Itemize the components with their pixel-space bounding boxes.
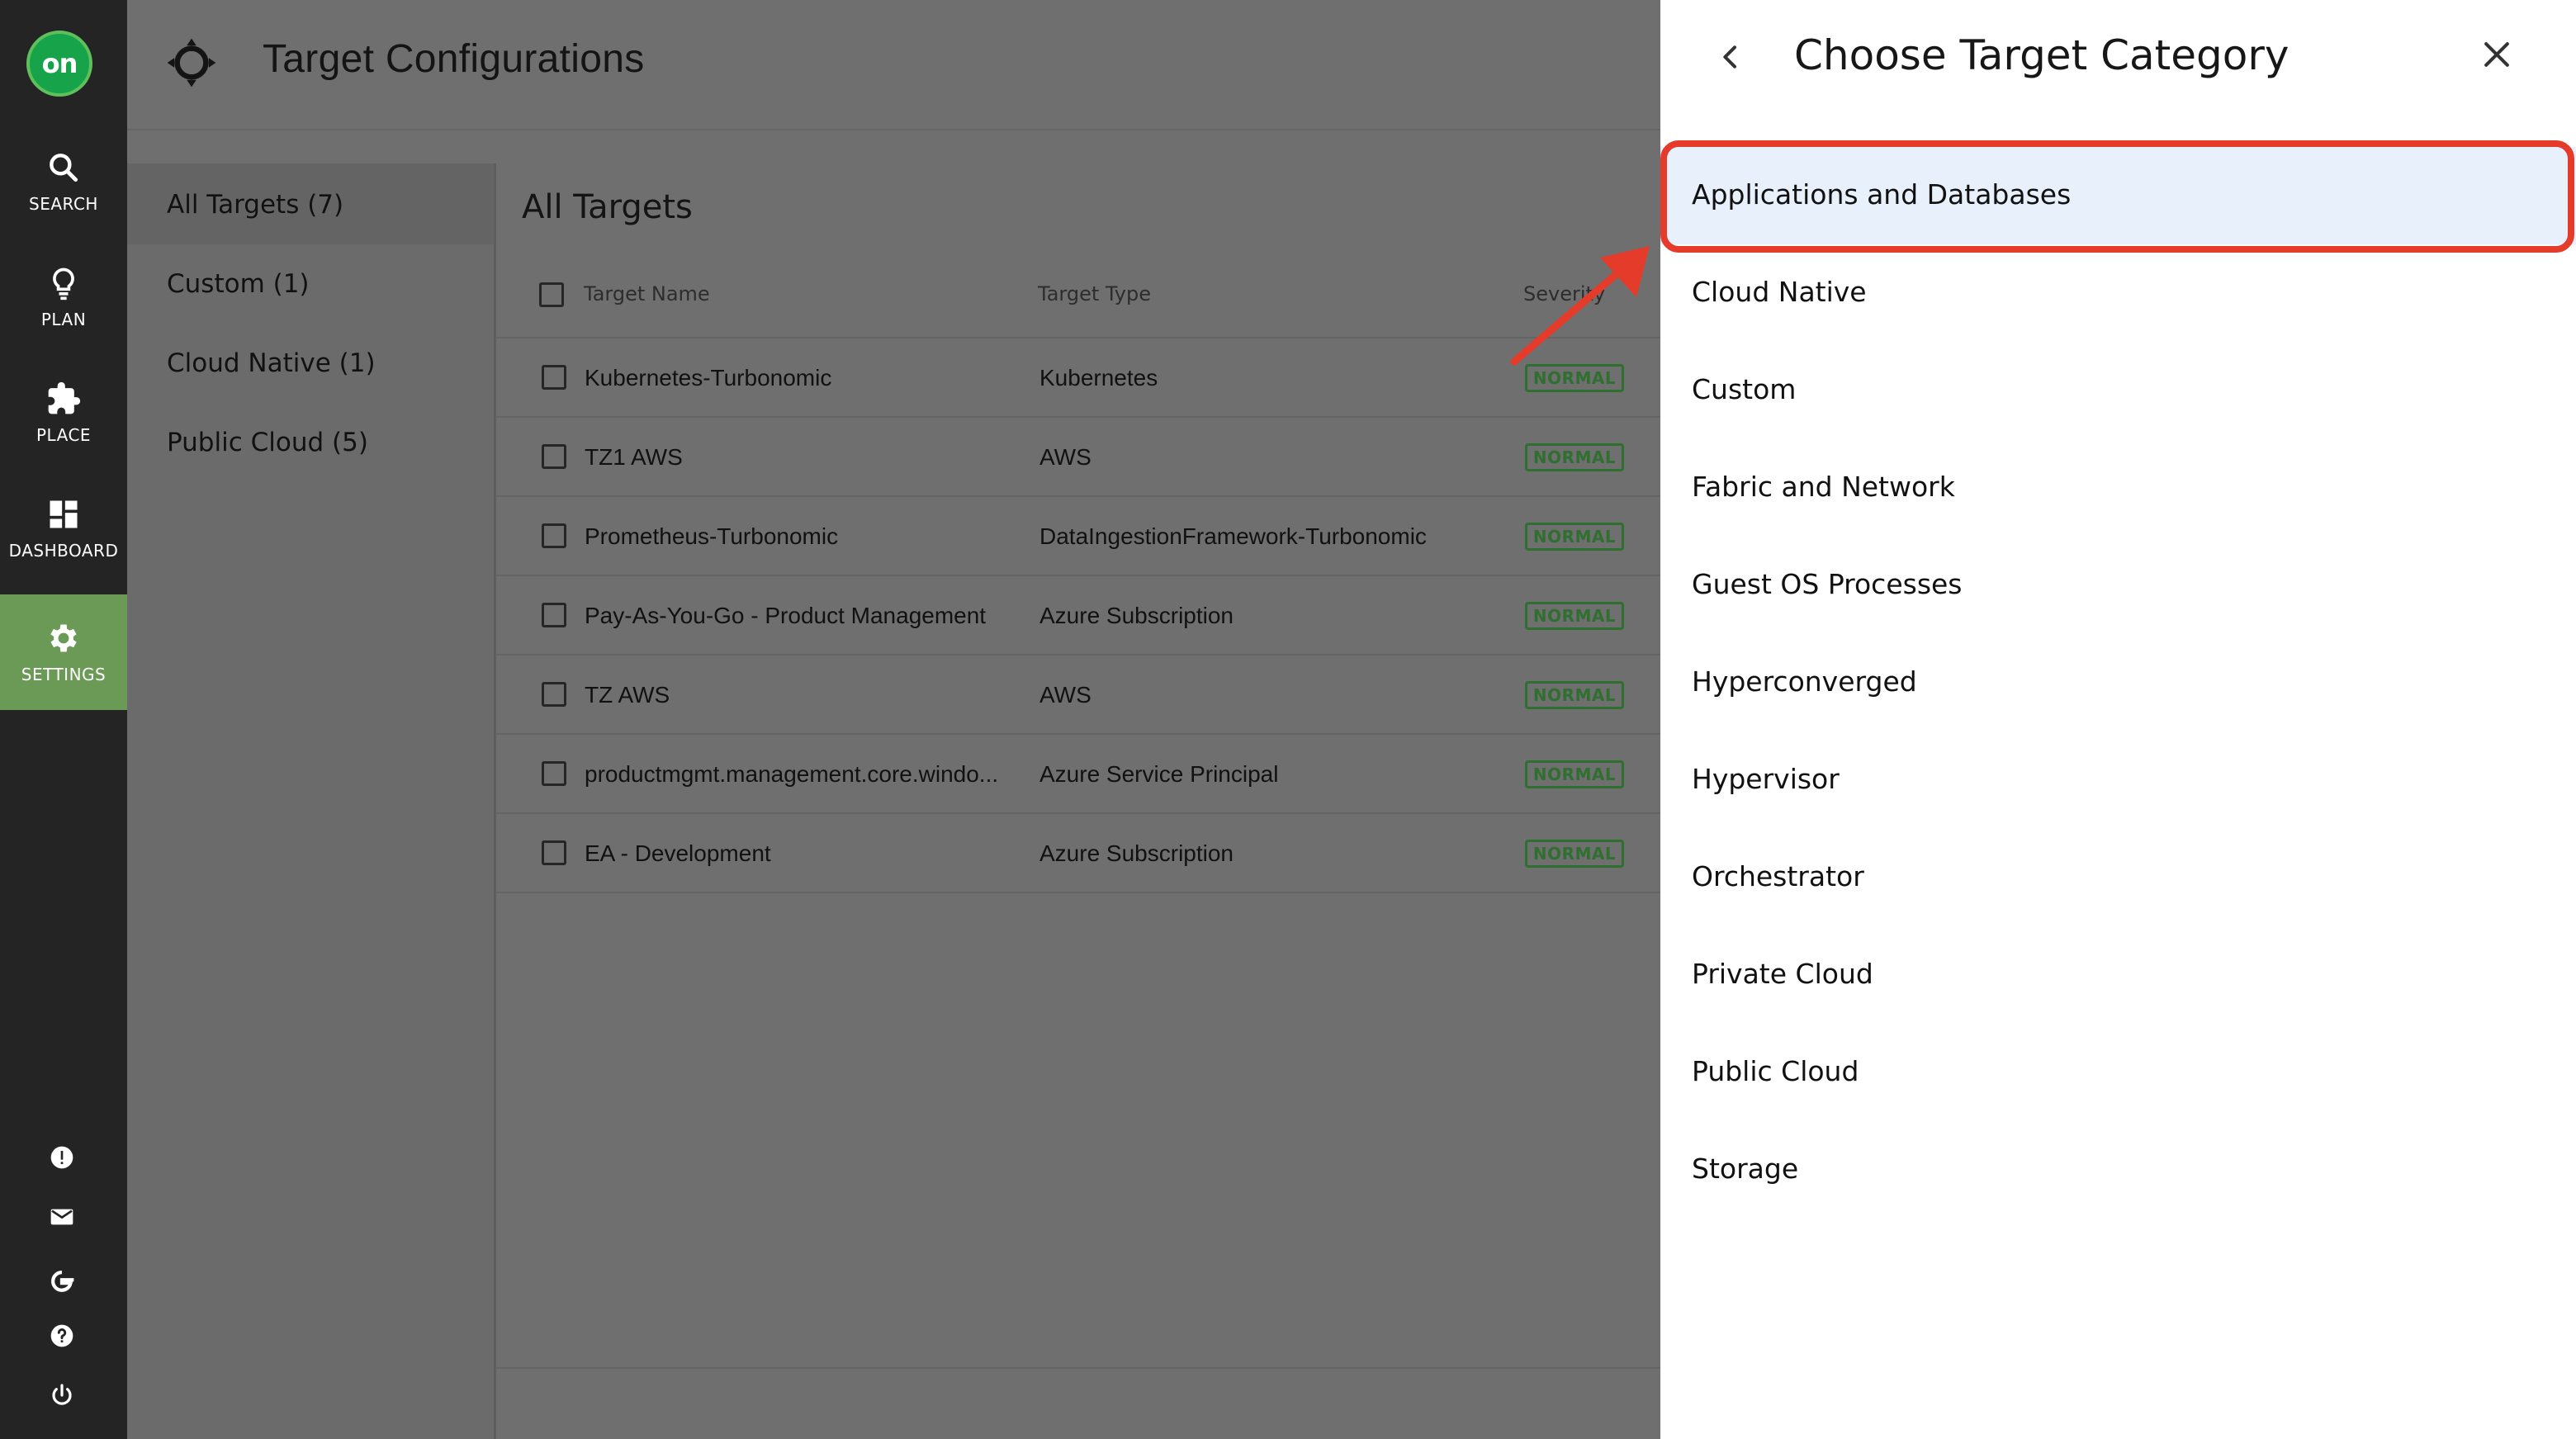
option-label: Cloud Native xyxy=(1692,276,1867,308)
row-checkbox[interactable] xyxy=(542,840,566,865)
target-type: Azure Subscription xyxy=(1039,840,1234,866)
target-type: DataIngestionFramework-Turbonomic xyxy=(1039,523,1427,549)
status-badge: NORMAL xyxy=(1525,840,1624,868)
select-all-checkbox[interactable] xyxy=(539,282,564,307)
mail-button[interactable] xyxy=(44,1199,80,1235)
row-checkbox[interactable] xyxy=(542,603,566,627)
target-name[interactable]: EA - Development xyxy=(585,840,771,867)
option-label: Custom xyxy=(1692,373,1797,405)
nav-label: PLACE xyxy=(36,425,92,445)
alert-icon xyxy=(50,1146,73,1169)
option-guest-os-processes[interactable]: Guest OS Processes xyxy=(1660,537,2576,634)
highlight-box xyxy=(1660,140,2574,253)
target-name[interactable]: TZ AWS xyxy=(585,682,670,708)
power-icon xyxy=(52,1384,72,1405)
option-storage[interactable]: Storage xyxy=(1660,1121,2576,1219)
option-label: Fabric and Network xyxy=(1692,471,1955,503)
status-badge: NORMAL xyxy=(1525,602,1624,630)
alert-button[interactable] xyxy=(44,1139,80,1176)
row-checkbox[interactable] xyxy=(542,365,566,390)
search-icon xyxy=(50,154,78,182)
option-label: Private Cloud xyxy=(1692,958,1873,990)
target-type: Azure Subscription xyxy=(1039,603,1234,628)
drawer-title: Choose Target Category xyxy=(1794,31,2290,79)
category-public-cloud[interactable]: Public Cloud (5) xyxy=(167,428,368,457)
target-type: Kubernetes xyxy=(1039,365,1158,391)
lightbulb-icon xyxy=(53,267,74,301)
option-label: Hypervisor xyxy=(1692,763,1840,795)
close-icon[interactable] xyxy=(2479,36,2515,73)
table-end-divider xyxy=(496,892,1660,893)
option-custom[interactable]: Custom xyxy=(1660,342,2576,439)
row-checkbox[interactable] xyxy=(542,444,566,469)
google-icon xyxy=(51,1271,74,1292)
targets-title: All Targets xyxy=(522,188,693,226)
nav-label: SEARCH xyxy=(29,194,98,214)
gear-icon xyxy=(50,624,77,652)
option-private-cloud[interactable]: Private Cloud xyxy=(1660,926,2576,1024)
option-hypervisor[interactable]: Hypervisor xyxy=(1660,731,2576,829)
help-icon xyxy=(50,1324,73,1347)
page-title: Target Configurations xyxy=(263,37,645,81)
nav-label: SETTINGS xyxy=(21,665,107,684)
status-badge: NORMAL xyxy=(1525,760,1624,788)
google-button[interactable] xyxy=(44,1263,80,1299)
nav-item-place[interactable]: PLACE xyxy=(0,355,127,471)
category-all-targets[interactable]: All Targets (7) xyxy=(167,190,343,220)
puzzle-icon xyxy=(48,381,81,414)
logo-text: on xyxy=(41,48,78,79)
help-button[interactable] xyxy=(44,1318,80,1354)
target-name[interactable]: Prometheus-Turbonomic xyxy=(585,523,838,550)
option-hyperconverged[interactable]: Hyperconverged xyxy=(1660,634,2576,731)
option-label: Storage xyxy=(1692,1153,1799,1185)
target-type: AWS xyxy=(1039,682,1091,708)
nav-item-dashboard[interactable]: DASHBOARD xyxy=(0,471,127,586)
footer-divider xyxy=(496,1367,1660,1369)
row-checkbox[interactable] xyxy=(542,523,566,548)
target-type: AWS xyxy=(1039,444,1091,470)
row-checkbox[interactable] xyxy=(542,682,566,707)
status-badge: NORMAL xyxy=(1525,523,1624,551)
status-badge: NORMAL xyxy=(1525,443,1624,471)
option-public-cloud[interactable]: Public Cloud xyxy=(1660,1024,2576,1121)
column-target-name[interactable]: Target Name xyxy=(584,282,710,305)
option-label: Public Cloud xyxy=(1692,1055,1859,1087)
option-label: Hyperconverged xyxy=(1692,665,1917,698)
option-orchestrator[interactable]: Orchestrator xyxy=(1660,829,2576,926)
column-target-type[interactable]: Target Type xyxy=(1038,282,1151,305)
nav-item-search[interactable]: SEARCH xyxy=(0,124,127,239)
target-type: Azure Service Principal xyxy=(1039,761,1279,787)
option-fabric-and-network[interactable]: Fabric and Network xyxy=(1660,439,2576,537)
target-name[interactable]: Kubernetes-Turbonomic xyxy=(585,365,831,391)
app-logo[interactable]: on xyxy=(26,31,92,97)
target-name[interactable]: productmgmt.management.core.windo... xyxy=(585,761,998,788)
row-checkbox[interactable] xyxy=(542,761,566,786)
target-name[interactable]: TZ1 AWS xyxy=(585,444,683,471)
mail-icon xyxy=(50,1209,73,1225)
crosshair-icon xyxy=(167,38,216,88)
option-label: Guest OS Processes xyxy=(1692,568,1963,600)
nav-item-settings[interactable]: SETTINGS xyxy=(0,594,127,710)
nav-label: PLAN xyxy=(40,310,87,329)
category-cloud-native[interactable]: Cloud Native (1) xyxy=(167,348,376,378)
status-badge: NORMAL xyxy=(1525,681,1624,709)
annotation-arrow xyxy=(1510,246,1650,366)
option-cloud-native[interactable]: Cloud Native xyxy=(1660,244,2576,342)
category-custom[interactable]: Custom (1) xyxy=(167,269,310,299)
nav-label: DASHBOARD xyxy=(8,541,119,561)
option-label: Orchestrator xyxy=(1692,860,1864,892)
target-name[interactable]: Pay-As-You-Go - Product Management xyxy=(585,603,986,629)
power-button[interactable] xyxy=(44,1377,80,1413)
header-divider xyxy=(127,129,1660,130)
chevron-left-icon[interactable] xyxy=(1714,38,1747,76)
dashboard-icon xyxy=(50,500,78,528)
nav-item-plan[interactable]: PLAN xyxy=(0,239,127,355)
